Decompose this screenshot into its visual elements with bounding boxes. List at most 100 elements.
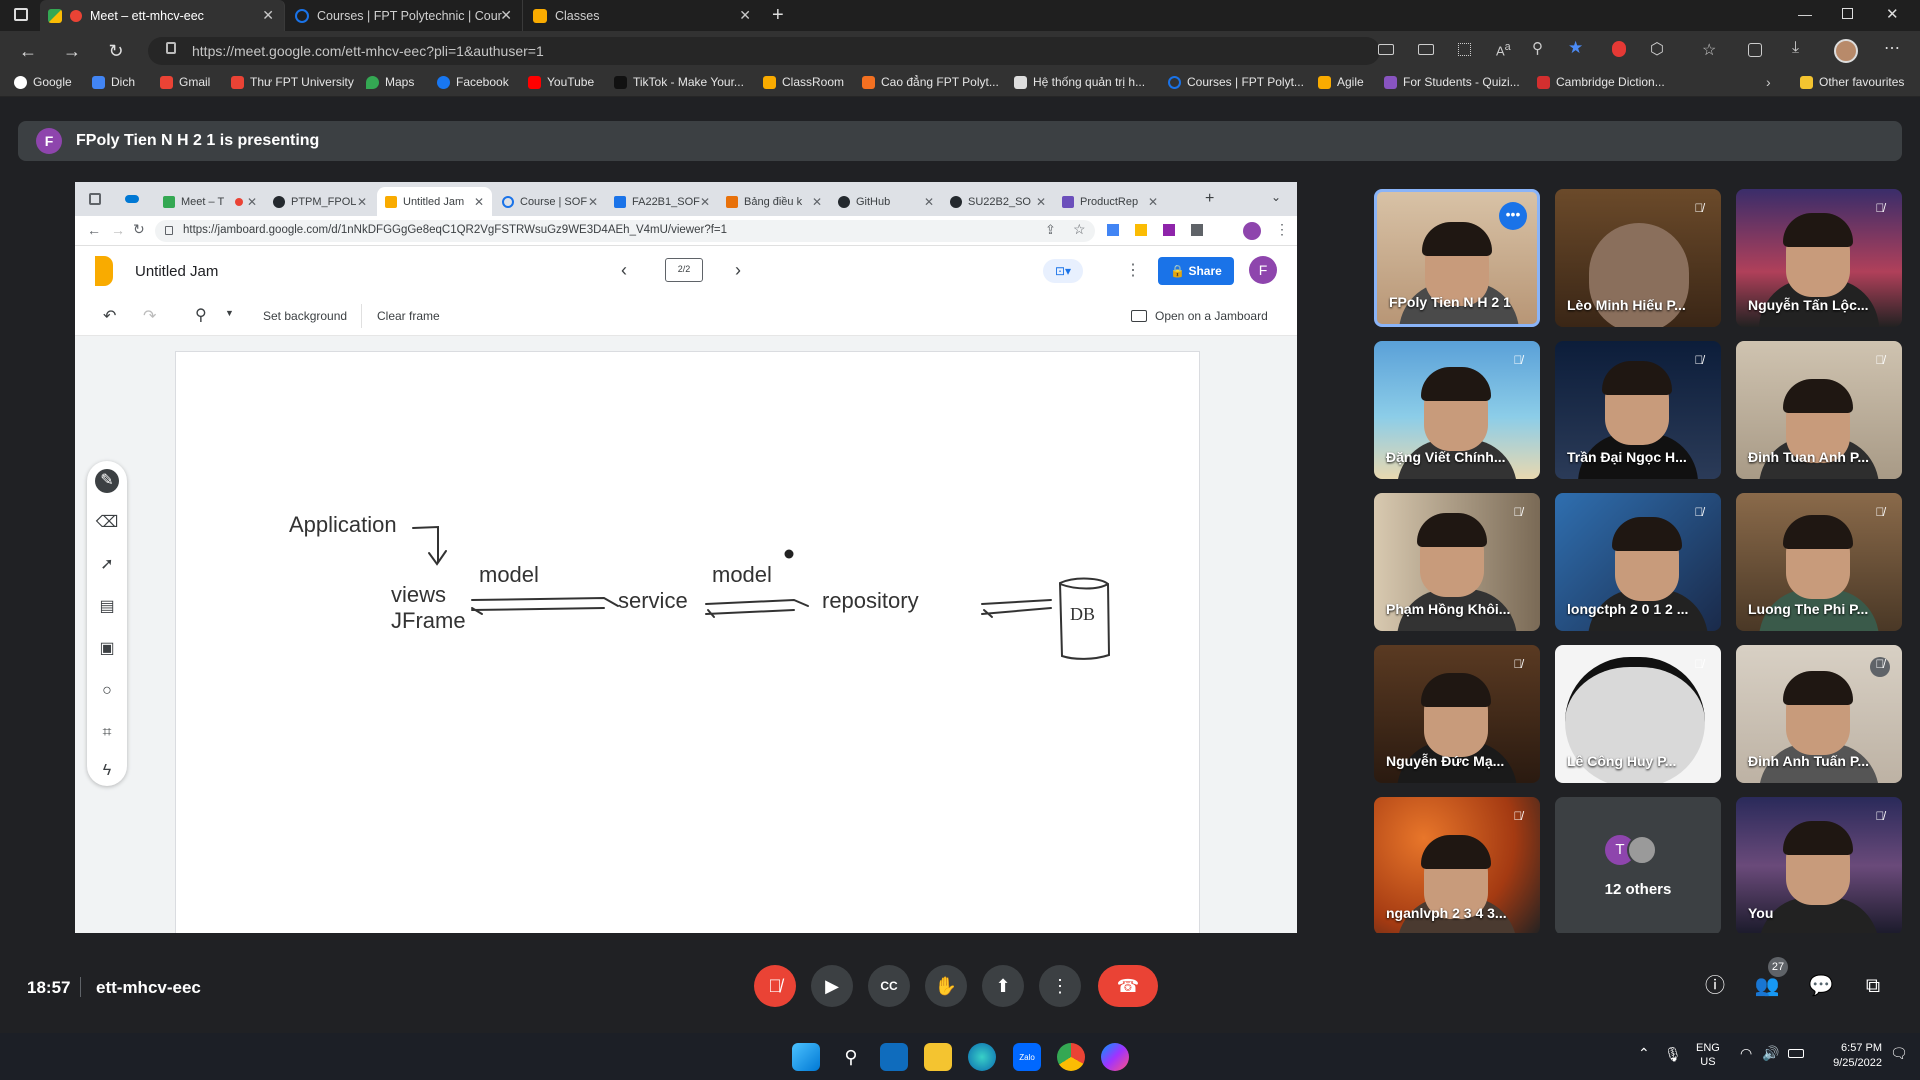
bookmark-dich[interactable]: Dich <box>92 75 135 89</box>
chevron-up-icon[interactable]: ⌃ <box>1638 1045 1650 1062</box>
captions-button[interactable]: CC <box>868 965 910 1007</box>
mic-toggle-button[interactable]: 🎙̸ <box>754 965 796 1007</box>
maps-icon <box>366 75 379 89</box>
bookmark-caodang[interactable]: Cao đẳng FPT Polyt... <box>862 75 999 89</box>
tab-courses[interactable]: Courses | FPT Polytechnic | Cour ✕ <box>287 0 523 31</box>
bookmark-courses[interactable]: Courses | FPT Polyt... <box>1168 75 1304 89</box>
close-window-icon[interactable]: ✕ <box>1886 5 1899 23</box>
participant-tile[interactable]: 🎙̸ Lê Công Huy P... <box>1555 645 1721 783</box>
cambridge-icon <box>1537 75 1550 89</box>
forward-icon[interactable]: → <box>60 39 84 63</box>
more-options-button[interactable]: ⋮ <box>1039 965 1081 1007</box>
shared-url-field: https://jamboard.google.com/d/1nNkDFGGgG… <box>155 220 1095 242</box>
tab-actions-icon[interactable] <box>14 8 28 21</box>
more-vert-icon: ⋮ <box>1125 262 1141 279</box>
chat-icon[interactable]: 💬 <box>1808 973 1834 999</box>
bookmark-youtube[interactable]: YouTube <box>528 75 594 89</box>
participant-tile[interactable]: ••• FPoly Tien N H 2 1 <box>1374 189 1540 327</box>
participant-tile[interactable]: 🎙̸ Nguyễn Đức Mạ... <box>1374 645 1540 783</box>
raise-hand-button[interactable]: ✋ <box>925 965 967 1007</box>
participant-tile[interactable]: 🎙̸ Nguyễn Tấn Lộc... <box>1736 189 1902 327</box>
others-tile[interactable]: T 12 others <box>1555 797 1721 935</box>
url-field[interactable]: https://meet.google.com/ett-mhcv-eec?pli… <box>148 37 1380 65</box>
bookmark-agile[interactable]: Agile <box>1318 75 1364 89</box>
tab-meet[interactable]: Meet – ett-mhcv-eec ✕ <box>40 0 285 31</box>
classroom-icon <box>1318 75 1331 89</box>
participant-tile[interactable]: 🎙̸ nganlvph 2 3 4 3... <box>1374 797 1540 935</box>
self-tile[interactable]: 🎙̸ You <box>1736 797 1902 935</box>
more-icon[interactable]: ⋯ <box>1884 38 1900 58</box>
bookmark-maps[interactable]: Maps <box>366 75 414 89</box>
presenter-avatar: F <box>36 128 62 154</box>
participant-tile[interactable]: 🎙̸ Đinh Anh Tuấn P... <box>1736 645 1902 783</box>
set-background-button: Set background <box>263 309 348 323</box>
star-icon: ☆ <box>1073 221 1086 237</box>
bookmark-tiktok[interactable]: TikTok - Make Your... <box>614 75 744 89</box>
more-options-icon[interactable]: ••• <box>1499 202 1527 230</box>
participant-tile[interactable]: 🎙̸ longctph 2 0 1 2 ... <box>1555 493 1721 631</box>
read-aloud-icon[interactable]: Aa <box>1496 41 1511 58</box>
bookmark-classroom[interactable]: ClassRoom <box>763 75 844 89</box>
zalo-icon[interactable]: Zalo <box>1013 1043 1041 1071</box>
refresh-icon[interactable]: ↻ <box>104 39 128 63</box>
bookmark-fpt-mail[interactable]: Thư FPT University <box>231 75 354 89</box>
favorites-icon[interactable]: ☆ <box>1702 40 1716 60</box>
participant-tile[interactable]: 🎙̸ Đặng Viết Chính... <box>1374 341 1540 479</box>
back-icon[interactable]: ← <box>16 39 40 63</box>
favorite-star-icon[interactable]: ★ <box>1568 38 1583 58</box>
start-icon[interactable] <box>792 1043 820 1071</box>
restore-icon[interactable] <box>1842 8 1853 19</box>
battery-icon[interactable] <box>1788 1049 1804 1058</box>
clock[interactable]: 6:57 PM 9/25/2022 <box>1818 1041 1882 1071</box>
activities-icon[interactable]: ⧉ <box>1860 973 1886 999</box>
meeting-details-icon[interactable]: ⓘ <box>1702 973 1728 999</box>
docs-icon <box>614 195 626 208</box>
downloads-icon[interactable]: ⤓ <box>1792 39 1799 57</box>
wifi-icon[interactable]: ◠ <box>1740 1045 1752 1062</box>
bookmark-quizizz[interactable]: For Students - Quizi... <box>1384 75 1520 89</box>
language-indicator[interactable]: ENG US <box>1696 1041 1720 1069</box>
other-favourites[interactable]: Other favourites <box>1800 75 1904 89</box>
chevron-right-icon[interactable]: › <box>1766 74 1771 90</box>
cast-icon[interactable] <box>1418 44 1434 55</box>
bookmark-gmail[interactable]: Gmail <box>160 75 210 89</box>
extension-red-icon[interactable] <box>1612 41 1626 57</box>
edge-icon[interactable] <box>968 1043 996 1071</box>
participant-name: FPoly Tien N H 2 1 <box>1389 294 1511 310</box>
close-icon[interactable]: ✕ <box>262 7 274 24</box>
camera-toggle-button[interactable]: ▶ <box>811 965 853 1007</box>
file-explorer-icon[interactable] <box>924 1043 952 1071</box>
participant-tile[interactable]: 🎙̸ Phạm Hồng Khôi... <box>1374 493 1540 631</box>
bookmark-cambridge[interactable]: Cambridge Diction... <box>1537 75 1665 89</box>
participant-tile[interactable]: 🎙̸ Đinh Tuan Anh P... <box>1736 341 1902 479</box>
jamboard-toolbar: ↶ ↷ ⚲ ▼ Set background Clear frame Open … <box>75 296 1297 336</box>
new-tab-icon[interactable]: + <box>772 4 784 27</box>
profile-avatar[interactable] <box>1834 39 1858 63</box>
participant-tile[interactable]: 🎙̸ Lèo Minh Hiếu P... <box>1555 189 1721 327</box>
close-icon[interactable]: ✕ <box>500 7 512 24</box>
close-icon[interactable]: ✕ <box>739 7 751 24</box>
bookmark-facebook[interactable]: Facebook <box>437 75 509 89</box>
store-icon[interactable] <box>880 1043 908 1071</box>
minimize-icon[interactable]: — <box>1798 6 1812 22</box>
leave-call-button[interactable]: ☎ <box>1098 965 1158 1007</box>
puzzle-icon[interactable]: ⬡ <box>1650 39 1664 59</box>
zoom-icon[interactable]: ⚲ <box>1532 39 1543 57</box>
tiktok-icon <box>614 75 627 89</box>
tab-classes[interactable]: Classes ✕ <box>525 0 761 31</box>
microphone-icon[interactable]: 🎙 <box>1664 1046 1682 1063</box>
notifications-icon[interactable]: 🗨 <box>1890 1045 1908 1062</box>
collections-icon[interactable] <box>1748 43 1762 57</box>
bookmark-hethong[interactable]: Hệ thống quản trị h... <box>1014 75 1145 89</box>
chrome-icon[interactable] <box>1057 1043 1085 1071</box>
camera-icon[interactable] <box>1378 44 1394 55</box>
apps-icon[interactable] <box>1458 43 1471 56</box>
messenger-icon[interactable] <box>1101 1043 1129 1071</box>
bookmark-google[interactable]: Google <box>14 75 72 89</box>
present-now-button[interactable]: ⬆ <box>982 965 1024 1007</box>
search-icon[interactable]: ⚲ <box>837 1043 865 1071</box>
participant-tile[interactable]: 🎙̸ Luong The Phi P... <box>1736 493 1902 631</box>
participant-tile[interactable]: 🎙̸ Trần Đại Ngọc H... <box>1555 341 1721 479</box>
person-hair <box>1783 821 1853 855</box>
volume-icon[interactable]: 🔊 <box>1762 1045 1779 1062</box>
